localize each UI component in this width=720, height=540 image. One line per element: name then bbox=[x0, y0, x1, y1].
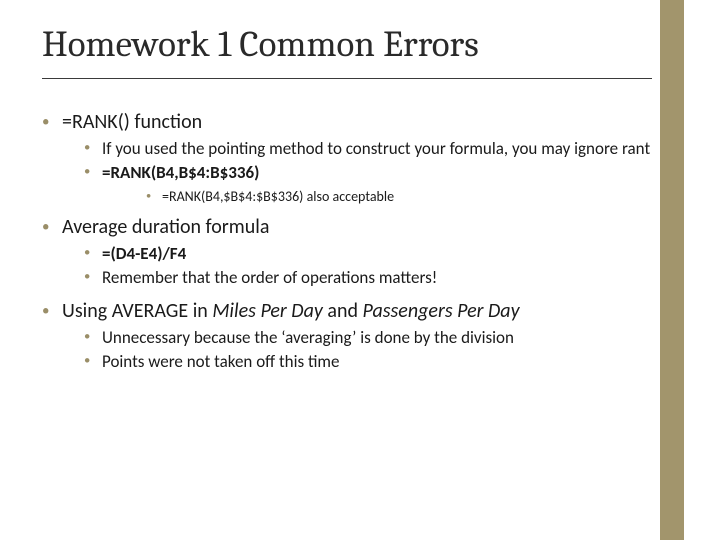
bullet-average-sub2: Points were not taken off this time bbox=[84, 351, 652, 372]
accent-bar bbox=[660, 0, 684, 540]
bullet-text: Average duration formula bbox=[62, 215, 269, 239]
bullet-average-sub1: Unnecessary because the ‘averaging’ is d… bbox=[84, 327, 652, 348]
bullet-rank-sub2: =RANK(B4,B$4:B$336) =RANK(B4,$B$4:$B$336… bbox=[84, 162, 652, 205]
bullet-text-mid: and bbox=[323, 299, 363, 323]
bullet-text-i1: Miles Per Day bbox=[212, 299, 323, 323]
bullet-rank-sub1: If you used the pointing method to const… bbox=[84, 138, 652, 159]
bullet-average-misuse: Using AVERAGE in Miles Per Day and Passe… bbox=[42, 299, 652, 373]
bullet-rank: =RANK() function If you used the pointin… bbox=[42, 110, 652, 205]
bullet-avg-sub2: Remember that the order of operations ma… bbox=[84, 267, 652, 288]
slide-body: =RANK() function If you used the pointin… bbox=[42, 110, 652, 372]
bullet-text: =RANK(B4,B$4:B$336) bbox=[102, 162, 259, 183]
bullet-text: If you used the pointing method to const… bbox=[102, 138, 650, 159]
bullet-text: =RANK(B4,$B$4:$B$336) also acceptable bbox=[162, 188, 394, 205]
bullet-text-pre: Using AVERAGE in bbox=[62, 299, 212, 323]
bullet-text: Remember that the order of operations ma… bbox=[102, 267, 437, 288]
slide-title: Homework 1 Common Errors bbox=[42, 24, 479, 66]
bullet-list: =RANK() function If you used the pointin… bbox=[42, 110, 652, 372]
title-underline bbox=[42, 78, 652, 79]
slide: Homework 1 Common Errors =RANK() functio… bbox=[0, 0, 720, 540]
bullet-text: Unnecessary because the ‘averaging’ is d… bbox=[102, 327, 514, 348]
bullet-text: =(D4-E4)/F4 bbox=[102, 243, 186, 264]
bullet-text: =RANK() function bbox=[62, 110, 202, 134]
bullet-text-i2: Passengers Per Day bbox=[362, 299, 519, 323]
bullet-avg-duration: Average duration formula =(D4-E4)/F4 Rem… bbox=[42, 215, 652, 289]
bullet-avg-sub1: =(D4-E4)/F4 bbox=[84, 243, 652, 264]
bullet-rank-sub2-sub1: =RANK(B4,$B$4:$B$336) also acceptable bbox=[146, 188, 652, 206]
bullet-text: Points were not taken off this time bbox=[102, 351, 339, 372]
